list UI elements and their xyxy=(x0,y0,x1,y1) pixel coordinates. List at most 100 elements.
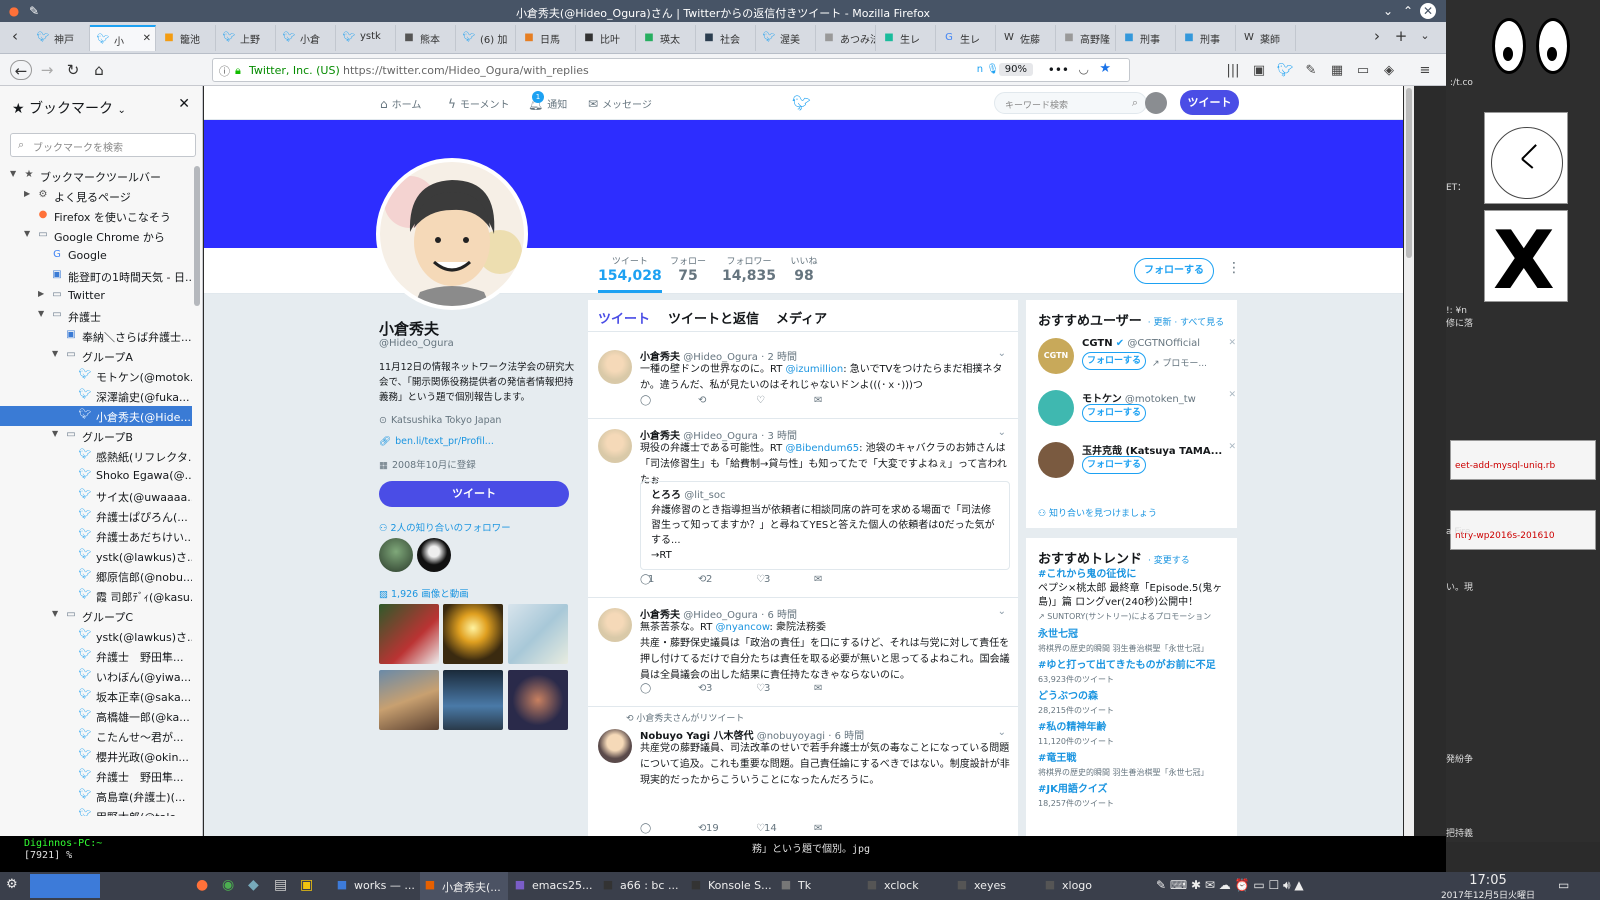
taskbar-item[interactable]: ■ a66 : bc ... xyxy=(598,872,684,900)
find-friends-link[interactable]: ⚇ 知り合いを見つけましょう xyxy=(1038,506,1157,519)
media-thumbnail[interactable] xyxy=(443,604,503,664)
taskbar-clock[interactable]: 17:05 2017年12月5日火曜日 xyxy=(1428,873,1548,900)
bookmark-node[interactable]: 🐦︎ 坂本正幸(@saka... xyxy=(0,686,192,706)
tab-tweets[interactable]: ツイート xyxy=(598,308,650,327)
search-icon[interactable]: ⌕ xyxy=(1132,96,1138,110)
suggested-user-name[interactable]: CGTN ✔ @CGTNOfficial xyxy=(1082,338,1222,349)
tab-tweets-replies[interactable]: ツイートと返信 xyxy=(668,308,759,327)
followers-you-know-text[interactable]: 2人の知り合いのフォロワー xyxy=(391,523,511,534)
trend-name[interactable]: どうぶつの森 xyxy=(1038,690,1228,704)
home-icon[interactable]: ⌂ xyxy=(88,60,110,80)
follow-suggested-button[interactable]: フォローする xyxy=(1082,352,1146,370)
tweet-mention[interactable]: @izumillion xyxy=(786,364,844,375)
dismiss-suggestion-icon[interactable]: ✕ xyxy=(1228,338,1236,348)
known-follower-avatar[interactable] xyxy=(379,538,413,572)
tab-12[interactable]: 🐦︎ 渥美 xyxy=(756,25,816,51)
suggested-user[interactable]: 玉井克哉 (Katsuya TAMA... フォローする ✕ xyxy=(1038,442,1236,490)
bookmark-node[interactable]: 🐦︎ 弁護士ぱぴろん(... xyxy=(0,506,192,526)
sidebar-scrollbar[interactable] xyxy=(194,166,200,306)
tab-18[interactable]: ■ 刑事 xyxy=(1116,25,1176,51)
tab-14[interactable]: ■ 生レ xyxy=(876,25,936,51)
mini-terminal-window[interactable]: ntry-wp2016s-201610 xyxy=(1450,510,1596,550)
page-scrollbar[interactable] xyxy=(1404,86,1414,836)
sidebar-header[interactable]: ★ ブックマーク ⌄ xyxy=(12,98,126,118)
bookmark-node[interactable]: 🐦︎ 高島章(弁護士)(... xyxy=(0,786,192,806)
suggested-user-avatar[interactable] xyxy=(1038,442,1074,478)
bookmark-node[interactable]: ▼ ▭ グループB xyxy=(0,426,192,446)
twitter-search-input[interactable]: キーワード検索 ⌕ xyxy=(994,92,1147,114)
bookmark-node[interactable]: 🐦︎ 弁護士 野田隼... xyxy=(0,766,192,786)
photos-videos-text[interactable]: 1,926 画像と動画 xyxy=(391,589,469,600)
tweet-mention[interactable]: @nyancow xyxy=(716,622,770,633)
refresh-link[interactable]: · 更新 · すべて見る xyxy=(1148,318,1224,328)
tab-3[interactable]: 🐦︎ 上野 xyxy=(216,25,276,51)
tab-7[interactable]: 🐦︎ (6) 加 xyxy=(456,25,516,51)
bookmark-node[interactable]: 🐦︎ 弁護士 野田隼... xyxy=(0,646,192,666)
firefox-launcher-icon[interactable]: ● xyxy=(196,877,208,893)
tweet-mention[interactable]: @Bibendum65 xyxy=(785,443,859,454)
trend-item[interactable]: #JK用語クイズ 18,257件のツイート xyxy=(1038,783,1228,809)
bookmark-node[interactable]: 🐦︎ サイ太(@uwaaaa... xyxy=(0,486,192,506)
tweet-avatar[interactable] xyxy=(598,729,632,763)
tab-8[interactable]: ■ 日馬 xyxy=(516,25,576,51)
tab-11[interactable]: ■ 社会 xyxy=(696,25,756,51)
stat-0[interactable]: ツイート 154,028 xyxy=(598,254,662,293)
new-tab-icon[interactable]: + xyxy=(1390,26,1412,46)
find-friends-text[interactable]: 知り合いを見つけましょう xyxy=(1049,509,1157,519)
profile-tweet-button[interactable]: ツイート xyxy=(379,481,569,507)
media-thumbnail[interactable] xyxy=(508,604,568,664)
nav-moments[interactable]: ϟ モーメント xyxy=(448,96,510,111)
trend-name[interactable]: #これから鬼の征伐に xyxy=(1038,568,1228,582)
stat-3[interactable]: いいね 98 xyxy=(784,254,824,284)
bookmark-node[interactable]: 🐦︎ 感熱紙(リフレクタ... xyxy=(0,446,192,466)
bookmark-node[interactable]: 🐦︎ 高橋雄一郎(@ka... xyxy=(0,706,192,726)
trend-item[interactable]: どうぶつの森 28,215件のツイート xyxy=(1038,690,1228,716)
tab-15[interactable]: G 生レ xyxy=(936,25,996,51)
tweet-avatar[interactable] xyxy=(598,350,632,384)
tab-list-icon[interactable]: ⌄ xyxy=(1414,26,1436,46)
tab-9[interactable]: ■ 比叶 xyxy=(576,25,636,51)
bookmark-node[interactable]: ▶ ⚙ よく見るページ xyxy=(0,186,192,206)
suggested-user-name[interactable]: 玉井克哉 (Katsuya TAMA... xyxy=(1082,442,1222,457)
tweet-menu-chevron-icon[interactable]: ⌄ xyxy=(998,727,1006,738)
tab-5[interactable]: 🐦︎ ystk xyxy=(336,25,396,51)
app-launcher-icon[interactable]: ⚙ xyxy=(6,877,18,892)
files-launcher-icon[interactable]: ▤ xyxy=(274,877,287,893)
tab-2[interactable]: ■ 籠池 xyxy=(156,25,216,51)
tab-10[interactable]: ■ 瑛太 xyxy=(636,25,696,51)
chrome-launcher-icon[interactable]: ◉ xyxy=(222,877,234,893)
bookmark-node[interactable]: 🐦︎ 郷原信郎(@nobu... xyxy=(0,566,192,586)
profile-avatar[interactable] xyxy=(376,158,528,310)
url-text[interactable]: https://twitter.com/Hideo_Ogura/with_rep… xyxy=(343,64,589,77)
xeyes-window[interactable] xyxy=(1456,16,1596,88)
twisty-down-icon[interactable]: ▼ xyxy=(52,429,58,438)
grid-extension-icon[interactable]: ▦ xyxy=(1328,62,1346,80)
trend-name[interactable]: #JK用語クイズ xyxy=(1038,783,1228,797)
tab-16[interactable]: W 佐藤 xyxy=(996,25,1056,51)
twisty-right-icon[interactable]: ▶ xyxy=(24,189,30,198)
library-icon[interactable]: ||| xyxy=(1224,62,1242,80)
trend-name[interactable]: #私の精神年齢 xyxy=(1038,721,1228,735)
tweet-menu-chevron-icon[interactable]: ⌄ xyxy=(998,606,1006,617)
system-tray-icon[interactable]: ✎ ⌨ ✱ ✉ ☁ ⏰ ▭ ☐ 🔊︎ ▲ xyxy=(1156,878,1304,893)
twisty-down-icon[interactable]: ▼ xyxy=(38,309,44,318)
bookmark-node[interactable]: 🐦︎ 霞 司郎ﾃﾞｨ(@kasu... xyxy=(0,586,192,606)
bookmark-node[interactable]: ▼ ▭ Google Chrome から xyxy=(0,226,192,246)
tweet-avatar[interactable] xyxy=(598,429,632,463)
profile-link-text[interactable]: ben.li/text_pr/Profil... xyxy=(395,436,494,447)
bookmark-node[interactable]: 🐦︎ ystk(@lawkus)さ... xyxy=(0,626,192,646)
app-launcher-icon[interactable]: ◆ xyxy=(248,877,259,893)
profile-handle[interactable]: @Hideo_Ogura xyxy=(379,338,454,349)
pen-extension-icon[interactable]: ✎ xyxy=(1302,62,1320,80)
tweet[interactable]: ⟲ 小倉秀夫さんがリツイート Nobuyo Yagi 八木啓代 @nobuyoya… xyxy=(588,707,1018,836)
tab-media[interactable]: メディア xyxy=(776,308,827,327)
media-thumbnail[interactable] xyxy=(379,604,439,664)
trend-item[interactable]: 永世七冠 将棋界の歴史的瞬間 羽生善治棋聖「永世七冠」 xyxy=(1038,628,1228,654)
tab-19[interactable]: ■ 刑事 xyxy=(1176,25,1236,51)
dismiss-suggestion-icon[interactable]: ✕ xyxy=(1228,442,1236,452)
bookmark-node[interactable]: 🐦︎ 甲野太郎(@talo_... xyxy=(0,806,192,816)
puzzle-extension-icon[interactable]: ◈ xyxy=(1380,62,1398,80)
bookmark-node[interactable]: ▼ ▭ 弁護士 xyxy=(0,306,192,326)
media-thumbnail[interactable] xyxy=(508,670,568,730)
taskbar-item[interactable]: ■ xlogo xyxy=(1040,872,1120,900)
